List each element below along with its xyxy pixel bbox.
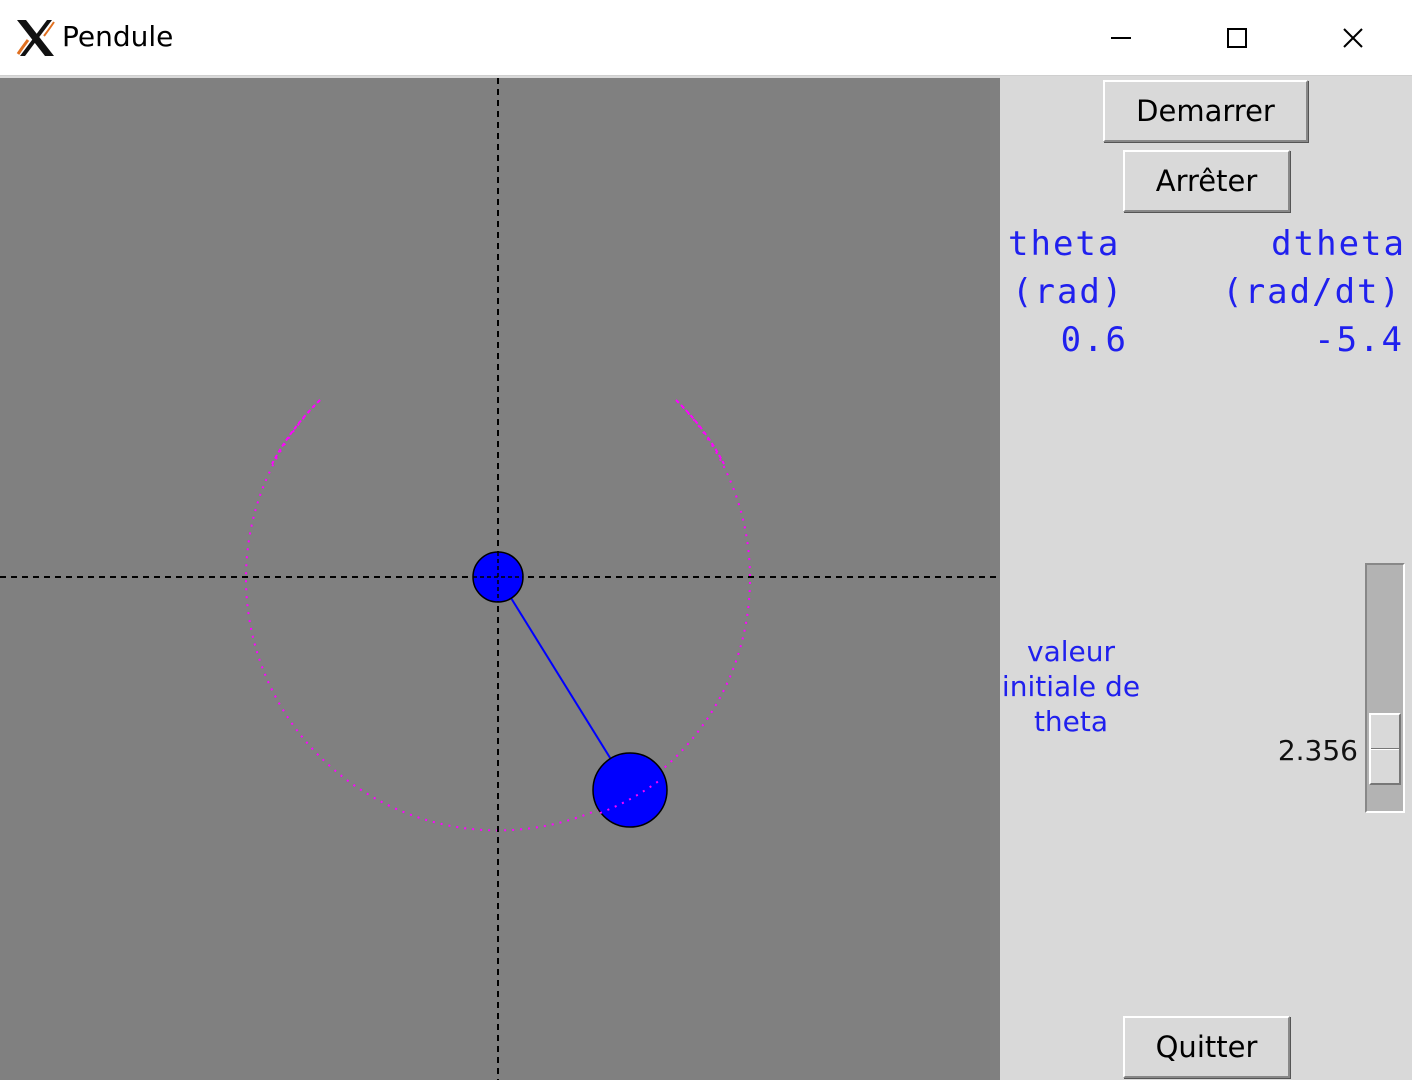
- maximize-button[interactable]: [1179, 0, 1295, 76]
- close-button[interactable]: [1295, 0, 1411, 76]
- trajectory-trace-end: [675, 399, 725, 465]
- initial-theta-value: 2.356: [1277, 734, 1358, 767]
- maximize-icon: [1227, 28, 1247, 48]
- trajectory-trace-start: [271, 399, 321, 465]
- window-title: Pendule: [62, 20, 174, 53]
- stop-button[interactable]: Arrêter: [1123, 150, 1290, 212]
- close-icon: [1343, 28, 1363, 48]
- x11-icon: [14, 18, 58, 58]
- pendulum-bob: [592, 752, 668, 828]
- theta-unit: (rad): [1012, 272, 1125, 312]
- initial-theta-label: valeur initiale de theta: [1001, 635, 1141, 738]
- title-bar: Pendule: [0, 0, 1412, 76]
- pendulum-drawing: [0, 78, 1000, 1080]
- pendulum-canvas: [0, 78, 1000, 1080]
- dtheta-value: -5.4: [1314, 320, 1404, 360]
- slider-grip: [1371, 748, 1399, 750]
- start-button[interactable]: Demarrer: [1103, 80, 1308, 142]
- quit-button[interactable]: Quitter: [1123, 1016, 1290, 1078]
- minimize-button[interactable]: [1063, 0, 1179, 76]
- theta-label: theta: [1008, 224, 1121, 264]
- minimize-icon: [1111, 37, 1131, 39]
- control-panel: Demarrer Arrêter theta (rad) 0.6 dtheta …: [1000, 78, 1412, 1080]
- scale-slider-handle[interactable]: [1369, 713, 1401, 785]
- theta-value: 0.6: [1060, 320, 1128, 360]
- dtheta-label: dtheta: [1271, 224, 1406, 264]
- initial-theta-scale[interactable]: [1365, 563, 1405, 813]
- dtheta-unit: (rad/dt): [1222, 272, 1402, 312]
